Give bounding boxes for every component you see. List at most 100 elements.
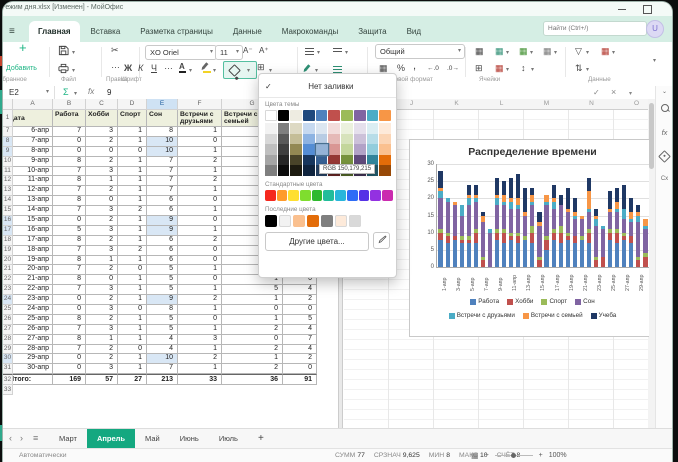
row-header-28[interactable]: 28 [3,335,13,345]
cell-value[interactable]: 5 [147,275,178,285]
cell-value[interactable]: 0 [178,315,222,325]
header-cell[interactable]: Хобби [86,110,118,127]
variant-color-swatch[interactable] [379,123,391,134]
cell-value[interactable]: 7 [147,157,178,167]
menu-tab-macros[interactable]: Макрокоманды [273,21,347,42]
row-header-15[interactable]: 15 [3,206,13,216]
cell-value[interactable]: 3 [86,167,118,177]
cell-value[interactable]: 9 [147,216,178,226]
cell-value[interactable]: 0 [283,305,317,315]
cell-value[interactable]: 10 [147,354,178,364]
align-vertical-caret-icon[interactable]: ▾ [345,48,348,58]
italic-button[interactable]: К [138,63,143,73]
sheet-tab-july[interactable]: Июль [209,429,248,449]
cell-date[interactable]: 15-апр [13,216,53,226]
cell-value[interactable]: 0 [178,256,222,266]
row-header-29[interactable]: 29 [3,345,13,355]
cell-value[interactable]: 1 [118,285,147,295]
cell-date[interactable]: 29-апр [13,354,53,364]
cell-date[interactable]: 7-апр [13,137,53,147]
cell-value[interactable]: 3 [86,364,118,374]
variant-color-swatch[interactable] [379,134,391,145]
cell-value[interactable]: 7 [283,335,317,345]
number-format-select[interactable]: Общий ▾ [375,44,465,59]
cell-date[interactable]: 20-апр [13,265,53,275]
next-sheet-button[interactable]: › [20,433,23,443]
cell-value[interactable]: 2 [86,157,118,167]
header-cell[interactable]: Сон [147,110,178,127]
cell-date[interactable]: 25-апр [13,315,53,325]
row-header-32[interactable]: 32 [3,374,13,385]
cell-value[interactable]: 6 [147,196,178,206]
cell-value[interactable]: 2 [283,354,317,364]
borders-button[interactable]: ⊞ [257,62,265,72]
header-cell[interactable]: Дата [13,110,53,127]
variant-color-swatch[interactable] [379,165,391,176]
totals-value[interactable]: 91 [283,374,317,385]
comma-format-button[interactable]: , [413,61,416,71]
cell-value[interactable]: 1 [118,186,147,196]
cut-icon[interactable]: ✂ [111,45,119,55]
recent-color-swatch[interactable] [335,215,347,227]
cell-value[interactable]: 5 [222,285,283,295]
bold-button[interactable]: Ж [124,63,132,73]
variant-color-swatch[interactable] [265,165,277,176]
cell-date[interactable]: 18-апр [13,246,53,256]
cell-date[interactable]: 10-апр [13,167,53,177]
cell-value[interactable]: 1 [118,275,147,285]
fill-color-button[interactable]: ▾ [223,61,257,79]
cell-value[interactable]: 7 [147,176,178,186]
cell-value[interactable]: 1 [178,345,222,355]
header-cell[interactable]: Встречи с друзьями [178,110,222,127]
theme-color-swatch[interactable] [328,110,340,121]
theme-color-swatch[interactable] [265,110,277,121]
cell-value[interactable]: 2 [222,364,283,374]
theme-color-swatch[interactable] [367,110,379,121]
theme-color-swatch[interactable] [379,110,391,121]
row-header-20[interactable]: 20 [3,256,13,266]
align-horizontal-caret-icon[interactable]: ▾ [317,48,320,58]
cell-value[interactable]: 1 [178,325,222,335]
cell-value[interactable]: 4 [147,345,178,355]
freeze-panes-button[interactable]: ▦ [475,46,484,56]
add-favorite-label[interactable]: Добавить [6,64,37,74]
fx-icon[interactable]: fx [88,87,94,96]
menu-tab-home[interactable]: Главная [29,21,80,42]
cell-value[interactable]: 1 [222,295,283,305]
cell-value[interactable]: 1 [118,196,147,206]
cell-value[interactable]: 0 [222,305,283,315]
col-header-D[interactable]: D [118,99,147,110]
cell-value[interactable]: 1 [86,335,118,345]
row-header-13[interactable]: 13 [3,186,13,196]
cell-date[interactable]: 24-апр [13,305,53,315]
cell-value[interactable]: 1 [178,127,222,137]
increase-font-button[interactable]: А⁺ [259,46,269,56]
header-cell[interactable]: Спорт [118,110,147,127]
cell-value[interactable]: 8 [53,196,86,206]
standard-color-swatch[interactable] [335,190,346,201]
row-header-31[interactable]: 31 [3,364,13,374]
cell-value[interactable]: 2 [178,295,222,305]
cell-value[interactable]: 7 [53,345,86,355]
variant-color-swatch[interactable] [290,165,302,176]
scrollbar-thumb[interactable] [649,103,654,169]
cell-value[interactable]: 0 [178,246,222,256]
format-table-button[interactable]: ▦ [519,46,528,56]
cell-value[interactable]: 4 [283,325,317,335]
cell-value[interactable]: 3 [178,335,222,345]
variant-color-swatch[interactable] [278,165,290,176]
filter-button[interactable]: ▽ [575,46,582,56]
decrease-font-button[interactable]: А⁻ [243,46,253,56]
function-panel-icon[interactable]: fx [656,128,672,137]
confirm-entry-icon[interactable]: ✓ [593,88,600,97]
cell-value[interactable]: 0 [53,305,86,315]
standard-color-swatch[interactable] [277,190,288,201]
cell-date[interactable]: 27-апр [13,335,53,345]
percent-format-button[interactable]: % [397,63,405,73]
cell-value[interactable]: 0 [178,196,222,206]
cell-value[interactable]: 1 [178,226,222,236]
wrap-text-button[interactable] [333,66,342,73]
col-header-N[interactable]: N [569,100,614,107]
pivot-table-button[interactable]: ▦ [601,46,610,56]
cell-value[interactable]: 7 [53,246,86,256]
